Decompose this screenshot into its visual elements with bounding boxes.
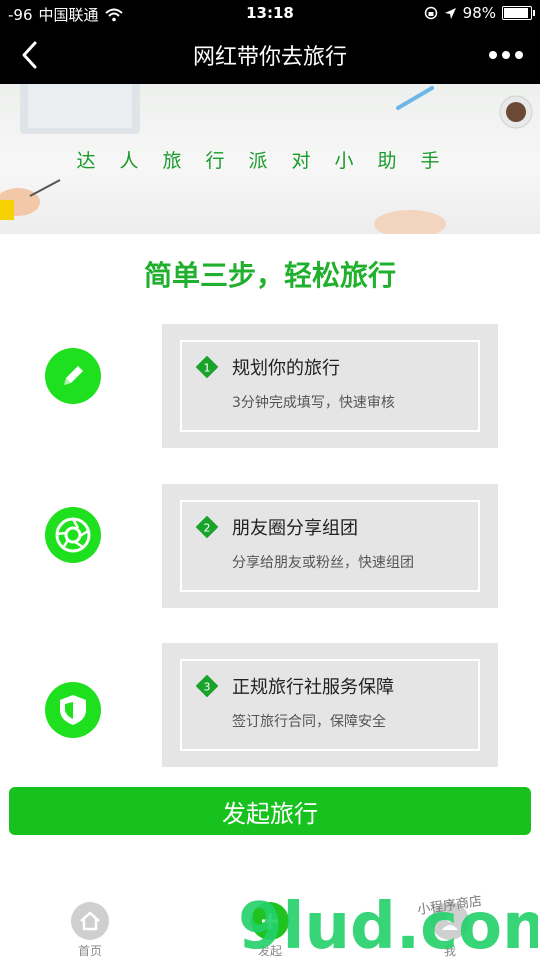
step-card-frame: 2 朋友圈分享组团 分享给朋友或粉丝，快速组团: [180, 500, 480, 592]
step-number-badge: 3: [196, 675, 218, 697]
step-description: 签订旅行合同，保障安全: [232, 714, 386, 730]
step-card-3: 3 正规旅行社服务保障 签订旅行合同，保障安全: [162, 643, 498, 767]
status-bar: -96 中国联通 13:18 98%: [0, 0, 540, 26]
step-title: 规划你的旅行: [232, 358, 340, 379]
step-description: 3分钟完成填写，快速审核: [232, 395, 395, 411]
step-title: 朋友圈分享组团: [232, 518, 358, 539]
camera-shutter-icon: [45, 507, 101, 563]
step-card-frame: 3 正规旅行社服务保障 签订旅行合同，保障安全: [180, 659, 480, 751]
hand-illustration: [0, 179, 61, 220]
step-title: 正规旅行社服务保障: [232, 677, 394, 698]
step-card-1: 1 规划你的旅行 3分钟完成填写，快速审核: [162, 324, 498, 448]
more-dots-icon[interactable]: [486, 46, 526, 64]
svg-text:1: 1: [204, 362, 211, 375]
steps-headline: 简单三步，轻松旅行: [143, 259, 396, 292]
hero-banner: 达人旅行派对小助手: [0, 84, 540, 234]
nav-bar: 网红带你去旅行: [0, 26, 540, 84]
battery-icon: [502, 6, 535, 20]
location-arrow-icon: [444, 7, 456, 19]
page-title: 网红带你去旅行: [192, 45, 347, 70]
battery-percent: 98%: [462, 4, 496, 22]
banner-tagline: 达人旅行派对小助手: [76, 150, 464, 172]
tablet-illustration: [20, 84, 140, 134]
shield-check-icon: [45, 682, 101, 738]
hand-right-illustration: [374, 210, 446, 234]
step-card-frame: 1 规划你的旅行 3分钟完成填写，快速审核: [180, 340, 480, 432]
pen-illustration: [396, 86, 434, 110]
step-number-badge: 1: [196, 356, 218, 378]
svg-text:3: 3: [204, 681, 211, 694]
svg-text:9lud.com: 9lud.com: [238, 890, 538, 958]
coffee-cup-illustration: [499, 95, 533, 129]
pencil-icon: [45, 348, 101, 404]
step-number-badge: 2: [196, 516, 218, 538]
battery-fill: [504, 8, 528, 18]
rotation-lock-icon: [424, 6, 437, 20]
tab-home[interactable]: 首页: [50, 902, 130, 959]
status-right: 98%: [424, 4, 535, 22]
site-watermark: 9lud.com 小程序商店: [238, 890, 538, 958]
start-trip-button[interactable]: 发起旅行: [9, 787, 531, 835]
svg-text:2: 2: [204, 522, 211, 535]
step-card-2: 2 朋友圈分享组团 分享给朋友或粉丝，快速组团: [162, 484, 498, 608]
home-icon: [71, 902, 109, 940]
tab-label: 首页: [77, 944, 102, 958]
step-description: 分享给朋友或粉丝，快速组团: [232, 555, 414, 571]
